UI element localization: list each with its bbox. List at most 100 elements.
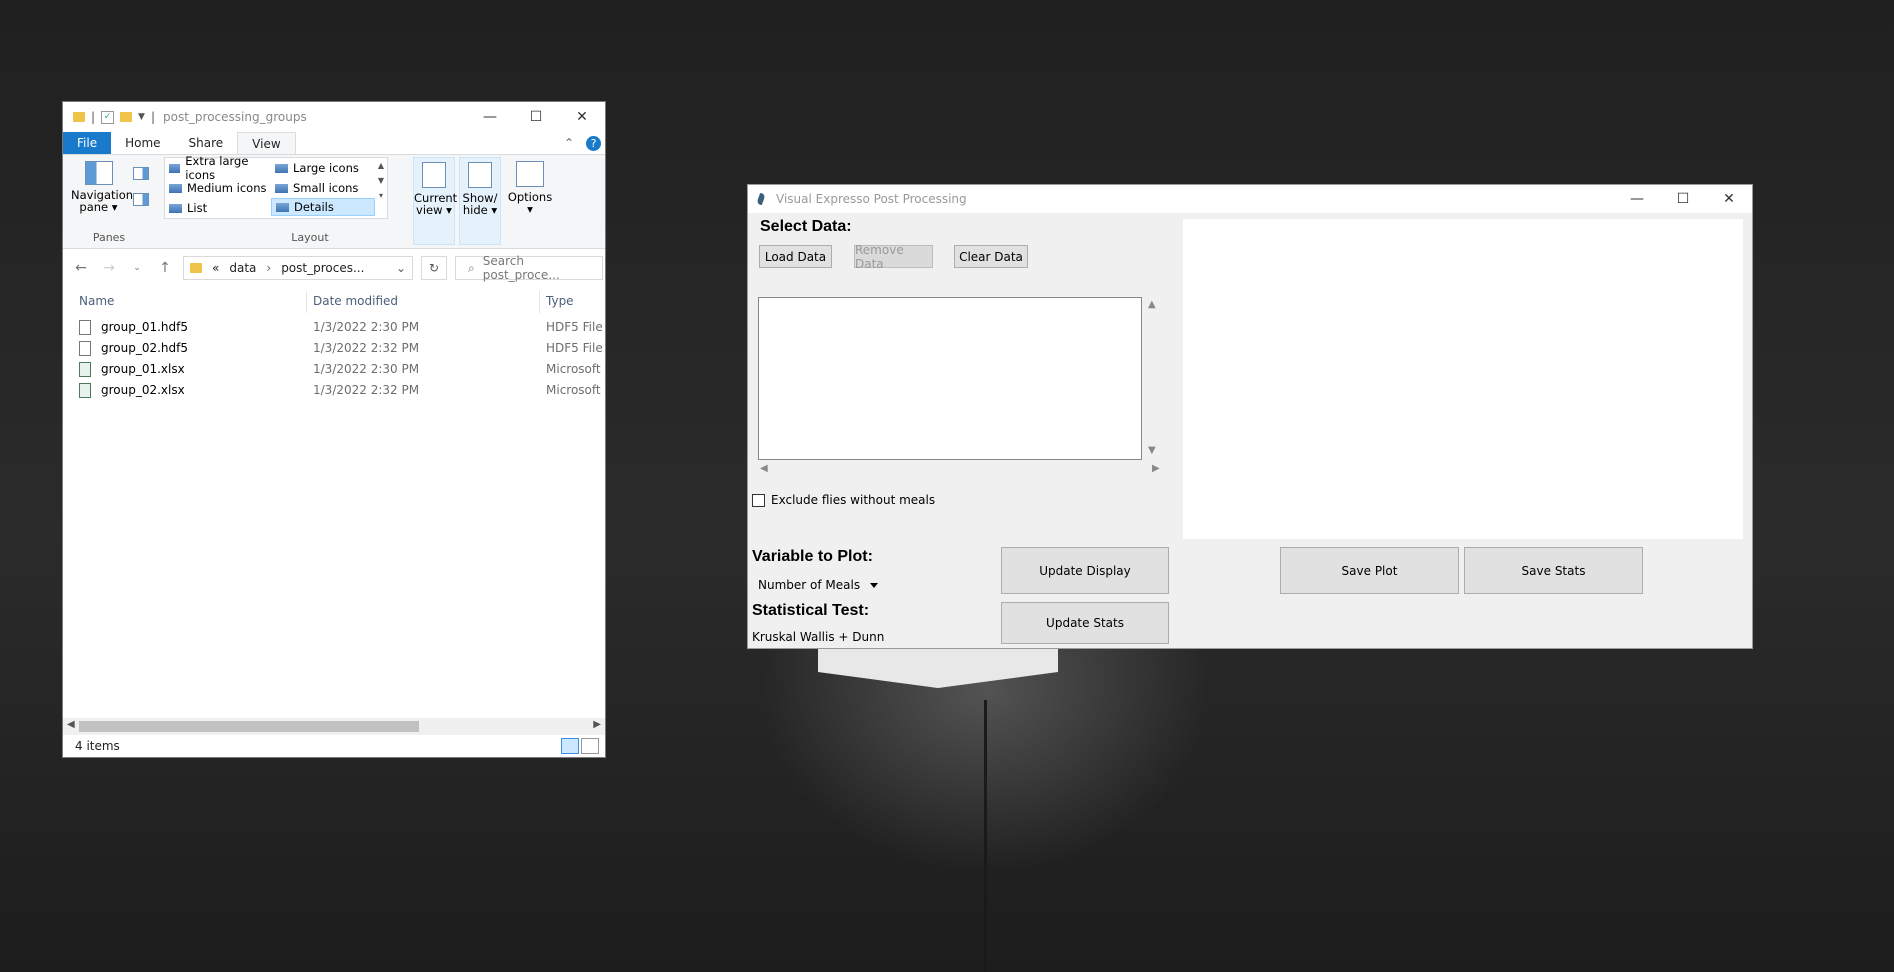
column-type[interactable]: Type bbox=[546, 294, 574, 308]
file-explorer-window: | ✓ ▼ | post_processing_groups — ☐ ✕ Fil… bbox=[62, 101, 606, 758]
maximize-button[interactable]: ☐ bbox=[513, 102, 559, 132]
minimize-button[interactable]: — bbox=[1614, 185, 1660, 214]
layout-list[interactable]: List bbox=[165, 199, 269, 217]
scrollbar-thumb[interactable] bbox=[79, 721, 419, 732]
file-row[interactable]: group_01.hdf5 1/3/2022 2:30 PM HDF5 File bbox=[63, 317, 605, 338]
update-display-button[interactable]: Update Display bbox=[1001, 547, 1169, 594]
background-wall-corner bbox=[984, 700, 987, 972]
explorer-titlebar[interactable]: | ✓ ▼ | post_processing_groups — ☐ ✕ bbox=[63, 102, 605, 132]
layout-medium-icons[interactable]: Medium icons bbox=[165, 179, 269, 197]
file-type: HDF5 File bbox=[546, 320, 603, 334]
column-headers: Name Date modified Type bbox=[63, 287, 605, 315]
show-hide-button[interactable]: Show/ hide ▾ bbox=[459, 157, 501, 245]
details-icon bbox=[276, 202, 289, 212]
collapse-ribbon-icon[interactable]: ⌃ bbox=[564, 136, 574, 150]
recent-locations-icon[interactable]: ⌄ bbox=[127, 263, 147, 273]
layout-label: Small icons bbox=[293, 181, 359, 195]
plot-canvas[interactable] bbox=[1183, 219, 1743, 539]
breadcrumb-data[interactable]: data bbox=[229, 261, 256, 275]
checkbox-box[interactable] bbox=[752, 493, 765, 507]
load-data-button[interactable]: Load Data bbox=[759, 245, 832, 268]
help-icon[interactable]: ? bbox=[586, 135, 601, 151]
file-row[interactable]: group_02.hdf5 1/3/2022 2:32 PM HDF5 File bbox=[63, 338, 605, 359]
column-date-modified[interactable]: Date modified bbox=[313, 294, 398, 308]
scroll-left-icon[interactable]: ◀ bbox=[67, 719, 75, 730]
exclude-flies-checkbox[interactable]: Exclude flies without meals bbox=[752, 493, 935, 507]
tab-home[interactable]: Home bbox=[111, 132, 174, 154]
back-arrow-icon[interactable]: ← bbox=[71, 260, 91, 276]
forward-arrow-icon[interactable]: → bbox=[99, 260, 119, 276]
address-row: ← → ⌄ ↑ « data › post_proces... ⌄ ↻ ⌕ Se… bbox=[63, 249, 605, 287]
layout-gallery-scroll[interactable]: ▲ ▼ ▾ bbox=[375, 158, 387, 218]
navigation-pane-button[interactable]: Navigation pane ▾ bbox=[71, 161, 133, 213]
save-stats-button[interactable]: Save Stats bbox=[1464, 547, 1643, 594]
background-light bbox=[818, 648, 1058, 688]
column-name[interactable]: Name bbox=[79, 294, 114, 308]
file-date: 1/3/2022 2:32 PM bbox=[313, 383, 420, 397]
file-date: 1/3/2022 2:30 PM bbox=[313, 362, 420, 376]
layout-large-icons[interactable]: Large icons bbox=[271, 159, 375, 177]
scroll-right-icon[interactable]: ▶ bbox=[593, 719, 601, 730]
customize-toolbar-icon[interactable]: ▼ bbox=[138, 112, 145, 122]
address-overflow[interactable]: « bbox=[212, 261, 219, 275]
properties-icon[interactable]: ✓ bbox=[101, 110, 115, 124]
layout-small-icons[interactable]: Small icons bbox=[271, 179, 375, 197]
column-divider[interactable] bbox=[306, 291, 307, 313]
preview-pane-icon[interactable] bbox=[133, 167, 149, 180]
address-dropdown-icon[interactable]: ⌄ bbox=[396, 261, 412, 275]
file-type: Microsoft E bbox=[546, 362, 606, 376]
select-data-label: Select Data: bbox=[760, 218, 852, 235]
file-row[interactable]: group_02.xlsx 1/3/2022 2:32 PM Microsoft… bbox=[63, 380, 605, 401]
separator: | bbox=[150, 110, 156, 124]
statistical-test-value: Kruskal Wallis + Dunn bbox=[752, 630, 885, 644]
scroll-up-icon[interactable]: ▲ bbox=[1148, 299, 1156, 310]
current-view-button[interactable]: Current view ▾ bbox=[413, 157, 457, 245]
file-date: 1/3/2022 2:32 PM bbox=[313, 341, 420, 355]
close-button[interactable]: ✕ bbox=[1706, 185, 1752, 214]
scroll-down-icon[interactable]: ▼ bbox=[1148, 445, 1156, 456]
tab-file[interactable]: File bbox=[63, 132, 112, 154]
search-input[interactable]: ⌕ Search post_proce... bbox=[455, 254, 603, 282]
file-name: group_02.xlsx bbox=[101, 383, 185, 397]
details-view-toggle-icon[interactable] bbox=[561, 738, 579, 754]
hdf5-file-icon bbox=[79, 341, 91, 356]
new-folder-icon[interactable] bbox=[120, 112, 133, 122]
layout-details[interactable]: Details bbox=[271, 198, 375, 216]
quick-access-toolbar: | ✓ ▼ | bbox=[63, 110, 155, 124]
excel-file-icon bbox=[79, 383, 91, 398]
save-plot-button[interactable]: Save Plot bbox=[1280, 547, 1459, 594]
tab-share[interactable]: Share bbox=[175, 132, 238, 154]
tab-view[interactable]: View bbox=[237, 132, 296, 154]
update-stats-button[interactable]: Update Stats bbox=[1001, 602, 1169, 644]
minimize-button[interactable]: — bbox=[467, 102, 513, 132]
variable-select[interactable]: Number of Meals bbox=[758, 578, 879, 592]
details-pane-icon[interactable] bbox=[133, 193, 149, 206]
file-name: group_01.hdf5 bbox=[101, 320, 189, 334]
options-button[interactable]: Options ▾ bbox=[505, 157, 555, 215]
app-titlebar[interactable]: Visual Expresso Post Processing — ☐ ✕ bbox=[748, 185, 1752, 213]
data-listbox[interactable] bbox=[758, 297, 1142, 460]
clear-data-button[interactable]: Clear Data bbox=[954, 245, 1028, 268]
view-ribbon: Navigation pane ▾ Panes Extra large icon… bbox=[63, 154, 605, 249]
file-type: Microsoft E bbox=[546, 383, 606, 397]
folder-icon bbox=[190, 263, 202, 273]
search-icon: ⌕ bbox=[468, 260, 475, 275]
remove-data-button[interactable]: Remove Data bbox=[854, 243, 933, 271]
file-name: group_01.xlsx bbox=[101, 362, 185, 376]
window-title: post_processing_groups bbox=[163, 110, 307, 124]
dropdown-arrow-icon bbox=[870, 582, 879, 588]
refresh-button[interactable]: ↻ bbox=[421, 256, 447, 280]
large-icons-view-toggle-icon[interactable] bbox=[581, 738, 599, 754]
layout-extra-large-icons[interactable]: Extra large icons bbox=[165, 154, 269, 182]
file-name: group_02.hdf5 bbox=[101, 341, 189, 355]
close-button[interactable]: ✕ bbox=[559, 102, 605, 132]
breadcrumb-post-processing[interactable]: post_proces... bbox=[281, 261, 364, 275]
address-bar[interactable]: « data › post_proces... ⌄ bbox=[183, 256, 413, 280]
file-row[interactable]: group_01.xlsx 1/3/2022 2:30 PM Microsoft… bbox=[63, 359, 605, 380]
column-divider[interactable] bbox=[539, 291, 540, 313]
up-arrow-icon[interactable]: ↑ bbox=[155, 260, 175, 276]
scroll-left-icon[interactable]: ◀ bbox=[760, 463, 768, 474]
horizontal-scrollbar[interactable]: ◀ ▶ bbox=[63, 718, 605, 735]
maximize-button[interactable]: ☐ bbox=[1660, 185, 1706, 214]
scroll-right-icon[interactable]: ▶ bbox=[1152, 463, 1160, 474]
